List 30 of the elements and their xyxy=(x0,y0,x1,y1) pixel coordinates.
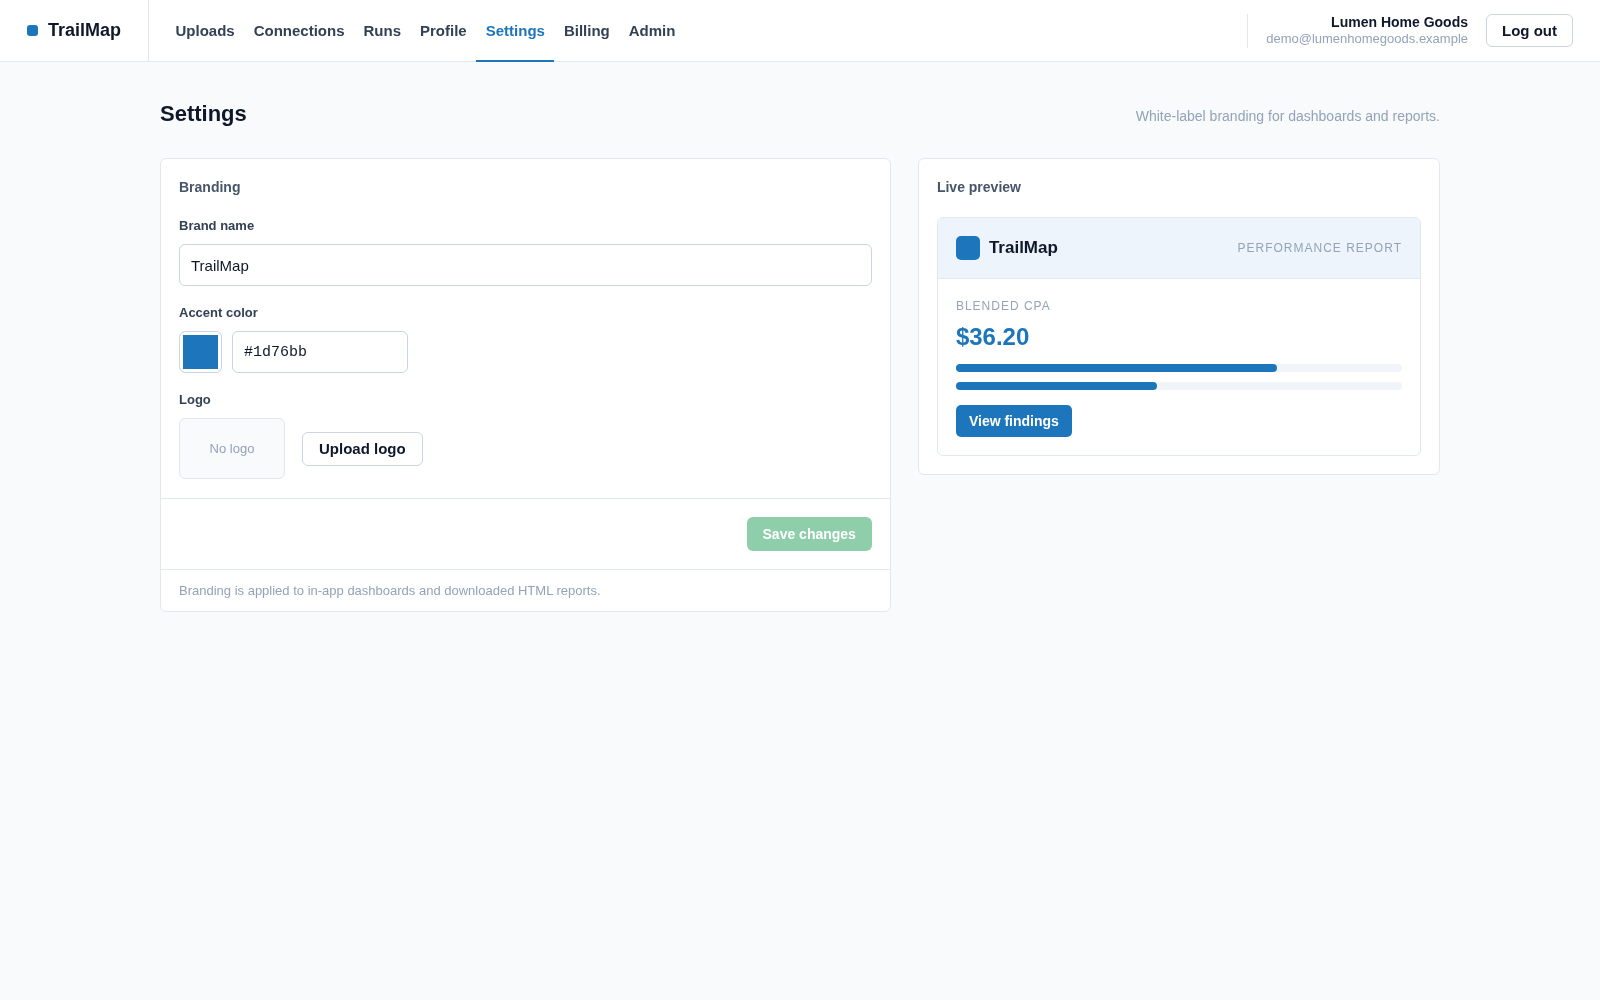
field-label: Accent color xyxy=(179,304,258,322)
logout-button[interactable]: Log out xyxy=(1486,14,1573,47)
empty-logo-text: No logo xyxy=(209,441,255,456)
account-email: demo@lumenhomegoods.example xyxy=(1266,31,1468,47)
field-label: Brand name xyxy=(179,217,255,235)
logo-square-icon xyxy=(27,25,38,36)
footnote: Branding is applied to in-app dashboards and downloaded HTML reports. xyxy=(179,583,601,598)
metric-label: BLENDED CPA xyxy=(955,298,1051,314)
account-name: Lumen Home Goods xyxy=(1331,14,1468,31)
nav-tab[interactable]: Profile xyxy=(410,0,477,62)
nav-tab[interactable]: Runs xyxy=(354,0,411,62)
brand-name: TrailMap xyxy=(48,20,122,41)
card-title: Branding xyxy=(179,178,241,197)
metric-value: $36.20 xyxy=(955,322,1030,352)
view-findings-button[interactable]: View findings xyxy=(955,405,1072,437)
logo-square-icon xyxy=(955,236,980,260)
upload-logo-button[interactable]: Upload logo xyxy=(302,431,423,466)
hex-color-input[interactable]: #1d76bb xyxy=(232,331,408,373)
card-title: Live preview xyxy=(936,178,1021,197)
nav-tab[interactable]: Settings xyxy=(476,0,555,62)
preview-brand-name: TrailMap xyxy=(988,238,1058,258)
field-label: Logo xyxy=(179,391,211,409)
nav-tab[interactable]: Connections xyxy=(244,0,355,62)
nav-tab[interactable]: Uploads xyxy=(166,0,245,62)
nav-tab[interactable]: Billing xyxy=(554,0,620,62)
page-subtitle: White-label branding for dashboards and reports. xyxy=(1135,108,1440,124)
brand-name-input[interactable]: TrailMap xyxy=(179,244,872,286)
page-title: Settings xyxy=(160,100,247,128)
nav-tab[interactable]: Admin xyxy=(619,0,685,62)
report-label: PERFORMANCE REPORT xyxy=(1237,241,1402,255)
